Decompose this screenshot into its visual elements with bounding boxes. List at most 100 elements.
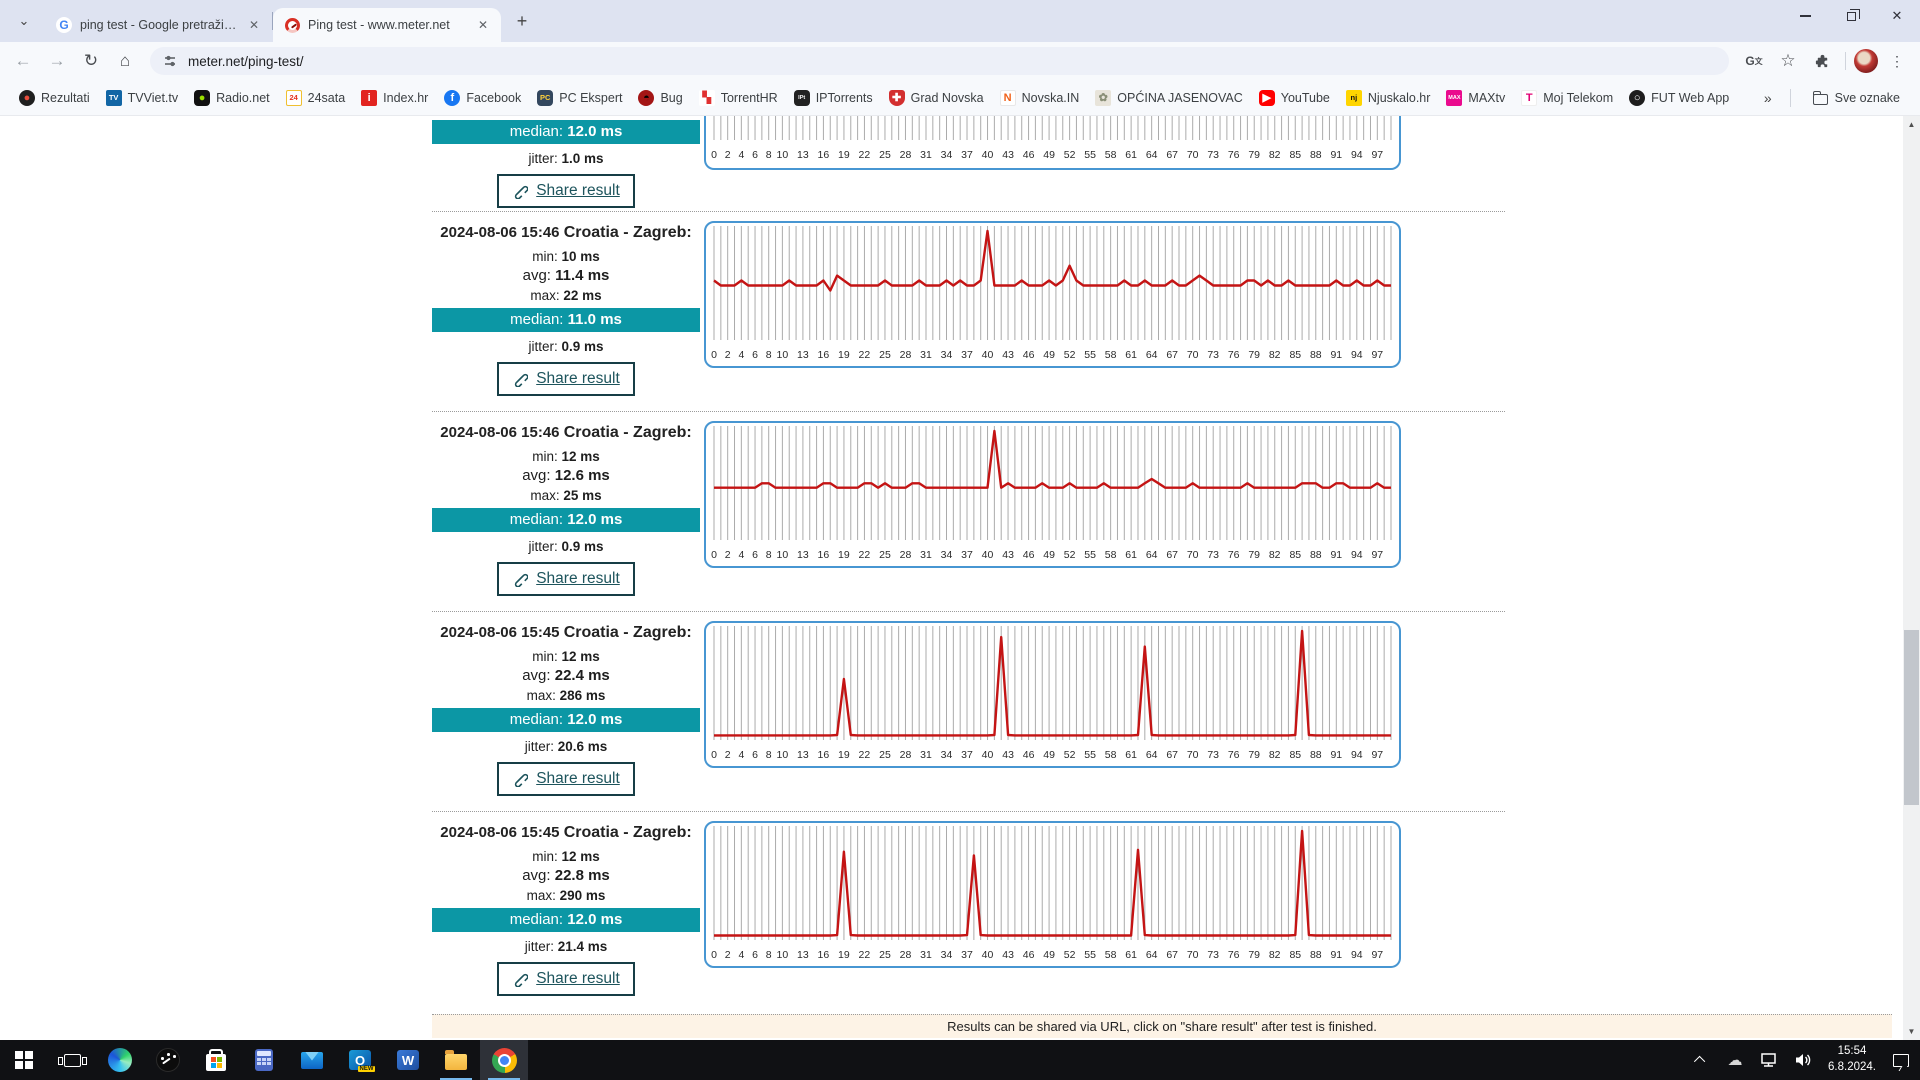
link-icon xyxy=(512,971,528,987)
back-icon[interactable]: ← xyxy=(8,46,38,76)
svg-text:2: 2 xyxy=(725,149,731,161)
tab-2[interactable]: Ping test - www.meter.net✕ xyxy=(273,8,501,42)
min-label: min: xyxy=(532,649,561,664)
bookmark-pc-ekspert[interactable]: PCPC Ekspert xyxy=(530,87,629,109)
tab-close-icon[interactable]: ✕ xyxy=(475,17,491,33)
scroll-up-icon[interactable]: ▲ xyxy=(1903,116,1920,133)
bookmark-tvviet-tv[interactable]: TVTVViet.tv xyxy=(99,87,185,109)
action-center-icon[interactable] xyxy=(1886,1040,1916,1080)
address-bar[interactable]: meter.net/ping-test/ xyxy=(150,47,1729,75)
svg-text:19: 19 xyxy=(838,549,850,561)
new-tab-button[interactable]: + xyxy=(509,8,535,34)
svg-text:19: 19 xyxy=(838,349,850,361)
share-result-label: Share result xyxy=(536,970,620,988)
bookmarks-overflow-icon[interactable]: » xyxy=(1758,88,1776,108)
bookmark-youtube[interactable]: ▶YouTube xyxy=(1252,87,1337,109)
bookmark-facebook[interactable]: fFacebook xyxy=(437,87,528,109)
svg-text:19: 19 xyxy=(838,749,850,761)
bookmark-favicon-icon: ● xyxy=(19,90,35,106)
bookmark-op-ina-jasenovac[interactable]: ✿OPĆINA JASENOVAC xyxy=(1088,87,1250,109)
svg-text:70: 70 xyxy=(1187,549,1199,561)
svg-text:49: 49 xyxy=(1043,949,1055,961)
bookmark-moj-telekom[interactable]: TMoj Telekom xyxy=(1514,87,1620,109)
extensions-puzzle-icon[interactable] xyxy=(1807,46,1837,76)
taskbar-clock[interactable]: 15:54 6.8.2024. xyxy=(1822,1044,1882,1075)
site-info-icon[interactable] xyxy=(162,53,178,69)
bookmark-star-icon[interactable]: ☆ xyxy=(1773,46,1803,76)
volume-icon[interactable] xyxy=(1788,1040,1818,1080)
network-icon[interactable] xyxy=(1754,1040,1784,1080)
svg-text:25: 25 xyxy=(879,749,891,761)
svg-text:61: 61 xyxy=(1125,349,1137,361)
all-bookmarks-label: Sve oznake xyxy=(1835,91,1900,105)
share-notice: Results can be shared via URL, click on … xyxy=(432,1014,1892,1038)
tab-search-chevron-icon[interactable]: ⌄ xyxy=(10,7,38,35)
share-result-button[interactable]: Share result xyxy=(497,762,635,796)
max-value: 290 ms xyxy=(560,888,606,903)
bookmark-24sata[interactable]: 2424sata xyxy=(279,87,353,109)
translate-icon[interactable]: G文 xyxy=(1739,46,1769,76)
mail-icon[interactable] xyxy=(288,1040,336,1080)
svg-text:67: 67 xyxy=(1166,949,1178,961)
scrollbar-thumb[interactable] xyxy=(1904,630,1919,805)
bookmark-iptorrents[interactable]: IPtIPTorrents xyxy=(787,87,880,109)
svg-text:37: 37 xyxy=(961,749,973,761)
onedrive-icon[interactable]: ☁ xyxy=(1720,1040,1750,1080)
share-result-button[interactable]: Share result xyxy=(497,174,635,208)
close-button[interactable]: ✕ xyxy=(1874,0,1920,32)
share-result-button[interactable]: Share result xyxy=(497,362,635,396)
bookmark-rezultati[interactable]: ●Rezultati xyxy=(12,87,97,109)
bookmark-maxtv[interactable]: MAXMAXtv xyxy=(1439,87,1512,109)
max-value: 25 ms xyxy=(563,488,601,503)
calculator-icon[interactable] xyxy=(240,1040,288,1080)
file-explorer-icon[interactable] xyxy=(432,1040,480,1080)
forward-icon[interactable]: → xyxy=(42,46,72,76)
avg-value: 11.4 ms xyxy=(555,267,609,284)
svg-text:94: 94 xyxy=(1351,349,1363,361)
profile-avatar[interactable] xyxy=(1854,49,1878,73)
bookmark-fut-web-app[interactable]: ○FUT Web App xyxy=(1622,87,1736,109)
bookmark-novska-in[interactable]: NNovska.IN xyxy=(993,87,1087,109)
reload-icon[interactable]: ↻ xyxy=(76,46,106,76)
bookmark-bug[interactable]: ◓Bug xyxy=(631,87,689,109)
tab-close-icon[interactable]: ✕ xyxy=(246,17,262,33)
bookmark-favicon-icon: nj xyxy=(1346,90,1362,106)
outlook-icon[interactable]: ONEW xyxy=(336,1040,384,1080)
task-view-button[interactable] xyxy=(48,1040,96,1080)
bookmark-label: Radio.net xyxy=(216,91,270,105)
avg-value: 12.6 ms xyxy=(555,467,610,484)
bookmark-radio-net[interactable]: ●Radio.net xyxy=(187,87,277,109)
start-button[interactable] xyxy=(0,1040,48,1080)
svg-text:52: 52 xyxy=(1064,749,1076,761)
microsoft-store-icon[interactable] xyxy=(192,1040,240,1080)
svg-text:85: 85 xyxy=(1289,749,1301,761)
home-icon[interactable]: ⌂ xyxy=(110,46,140,76)
bookmark-njuskalo-hr[interactable]: njNjuskalo.hr xyxy=(1339,87,1438,109)
tab-1[interactable]: Gping test - Google pretraživanje✕ xyxy=(44,8,272,42)
all-bookmarks-button[interactable]: Sve oznake xyxy=(1805,88,1908,108)
gauge-app-icon[interactable] xyxy=(144,1040,192,1080)
svg-text:43: 43 xyxy=(1002,749,1014,761)
median-label: median: xyxy=(510,711,568,728)
svg-text:22: 22 xyxy=(859,749,871,761)
share-result-button[interactable]: Share result xyxy=(497,562,635,596)
chrome-taskbar-icon[interactable] xyxy=(480,1040,528,1080)
min-value: 10 ms xyxy=(561,249,599,264)
svg-text:34: 34 xyxy=(941,549,953,561)
bookmark-grad-novska[interactable]: ✚Grad Novska xyxy=(882,87,991,109)
jitter-label: jitter: xyxy=(528,339,561,354)
minimize-button[interactable] xyxy=(1782,0,1828,32)
svg-text:37: 37 xyxy=(961,149,973,161)
tray-chevron-up-icon[interactable] xyxy=(1686,1040,1716,1080)
share-result-button[interactable]: Share result xyxy=(497,962,635,996)
restore-button[interactable] xyxy=(1828,0,1874,32)
bookmark-torrenthr[interactable]: ▚TorrentHR xyxy=(692,87,785,109)
svg-text:97: 97 xyxy=(1371,549,1383,561)
word-icon[interactable]: W xyxy=(384,1040,432,1080)
edge-icon[interactable] xyxy=(96,1040,144,1080)
bookmark-index-hr[interactable]: iIndex.hr xyxy=(354,87,435,109)
menu-dots-icon[interactable]: ⋮ xyxy=(1882,46,1912,76)
scroll-down-icon[interactable]: ▼ xyxy=(1903,1023,1920,1040)
svg-text:46: 46 xyxy=(1023,949,1035,961)
bookmark-favicon-icon: f xyxy=(444,90,460,106)
